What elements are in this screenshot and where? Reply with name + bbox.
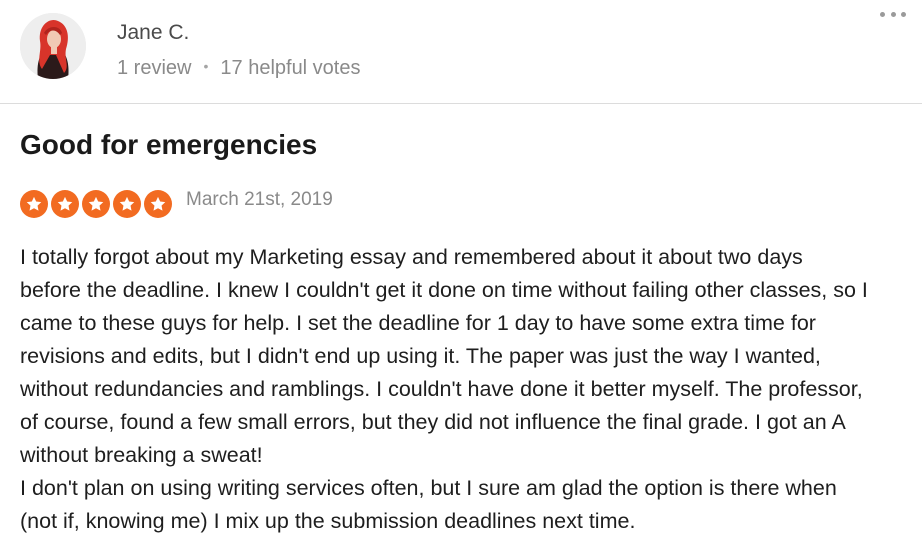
review-count: 1 review	[117, 57, 192, 79]
star-icon	[113, 190, 141, 218]
star-icon	[144, 190, 172, 218]
review-body-line: came to these guys for help. I set the d…	[20, 311, 816, 335]
avatar[interactable]	[20, 13, 86, 79]
review-body-line: without breaking a sweat!	[20, 443, 263, 467]
review-body-line: without redundancies and ramblings. I co…	[20, 377, 863, 401]
review-date: March 21st, 2019	[186, 189, 333, 210]
reviewer-name[interactable]: Jane C.	[117, 21, 189, 45]
divider	[0, 103, 922, 104]
helpful-votes: 17 helpful votes	[220, 57, 361, 79]
star-icon	[20, 190, 48, 218]
review-body: I totally forgot about my Marketing essa…	[20, 241, 920, 538]
star-icon	[82, 190, 110, 218]
more-options-icon[interactable]	[880, 6, 906, 22]
review-body-line: I totally forgot about my Marketing essa…	[20, 245, 803, 269]
reviewer-header: Jane C. 1 review • 17 helpful votes	[0, 0, 922, 103]
review-body-line: I don't plan on using writing services o…	[20, 476, 837, 500]
reviewer-meta: 1 review • 17 helpful votes	[117, 54, 361, 80]
avatar-image	[20, 13, 86, 79]
review-body-line: (not if, knowing me) I mix up the submis…	[20, 509, 636, 533]
review-body-line: revisions and edits, but I didn't end up…	[20, 344, 821, 368]
review-body-line: of course, found a few small errors, but…	[20, 410, 846, 434]
star-rating	[20, 190, 175, 218]
meta-separator: •	[203, 58, 209, 74]
star-icon	[51, 190, 79, 218]
review-title: Good for emergencies	[20, 129, 318, 160]
review-body-line: before the deadline. I knew I couldn't g…	[20, 278, 868, 302]
